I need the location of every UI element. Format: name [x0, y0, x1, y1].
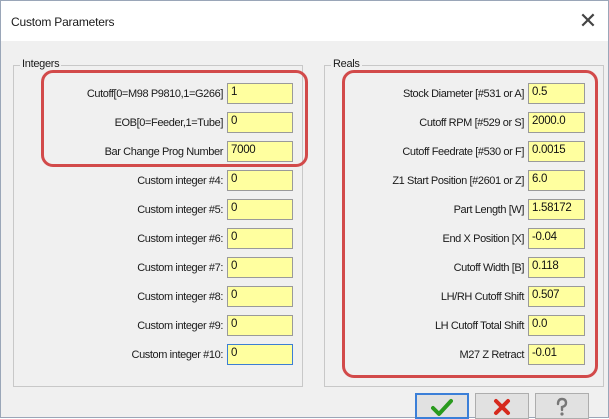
real-param-row: LH Cutoff Total Shift — [1, 315, 524, 337]
checkmark-icon — [431, 399, 453, 416]
integers-group-label: Integers — [20, 58, 62, 70]
real-param-field[interactable]: -0.01 — [528, 344, 585, 365]
real-param-row: LH/RH Cutoff Shift — [1, 286, 524, 308]
cancel-button[interactable] — [475, 393, 529, 419]
real-param-field[interactable]: 0.0 — [528, 315, 585, 336]
close-icon[interactable]: ✕ — [568, 7, 608, 37]
real-param-row: End X Position [X] — [1, 228, 525, 250]
real-param-field[interactable]: 1.58172 — [528, 199, 585, 220]
real-param-label: LH Cutoff Total Shift — [434, 320, 524, 332]
real-param-label: LH/RH Cutoff Shift — [440, 291, 524, 303]
real-param-label: Cutoff RPM [#529 or S] — [419, 117, 524, 129]
real-param-row: Stock Diameter [#531 or A] — [1, 83, 524, 105]
real-param-field[interactable]: 0.0015 — [528, 141, 585, 162]
real-param-field[interactable]: 2000.0 — [528, 112, 585, 133]
real-param-field[interactable]: 6.0 — [528, 170, 585, 191]
title-bar: Custom Parameters ✕ — [1, 1, 608, 41]
real-param-row: Part Length [W] — [1, 199, 525, 221]
real-param-label: Cutoff Width [B] — [453, 262, 525, 274]
question-mark-icon — [556, 397, 568, 416]
real-param-label: Stock Diameter [#531 or A] — [402, 88, 524, 100]
real-param-row: Z1 Start Position [#2601 or Z] — [1, 170, 524, 192]
real-param-field[interactable]: -0.04 — [528, 228, 585, 249]
red-x-icon — [494, 399, 510, 415]
real-param-row: Cutoff Width [B] — [1, 257, 525, 279]
real-param-row: Cutoff Feedrate [#530 or F] — [1, 141, 524, 163]
ok-button[interactable] — [415, 393, 469, 419]
real-param-field[interactable]: 0.5 — [528, 83, 585, 104]
real-param-label: Z1 Start Position [#2601 or Z] — [392, 175, 524, 187]
real-param-label: Part Length [W] — [453, 204, 525, 216]
real-param-label: M27 Z Retract — [459, 349, 525, 361]
real-param-label: Cutoff Feedrate [#530 or F] — [402, 146, 524, 158]
reals-group-label: Reals — [331, 58, 362, 70]
real-param-label: End X Position [X] — [442, 233, 525, 245]
custom-parameters-dialog: Custom Parameters ✕ Integers Reals Cutof… — [0, 0, 609, 419]
real-param-row: M27 Z Retract — [1, 344, 525, 366]
real-param-row: Cutoff RPM [#529 or S] — [1, 112, 524, 134]
help-button[interactable] — [535, 393, 589, 419]
real-param-field[interactable]: 0.118 — [528, 257, 585, 278]
real-param-field[interactable]: 0.507 — [528, 286, 585, 307]
dialog-title: Custom Parameters — [11, 15, 115, 29]
